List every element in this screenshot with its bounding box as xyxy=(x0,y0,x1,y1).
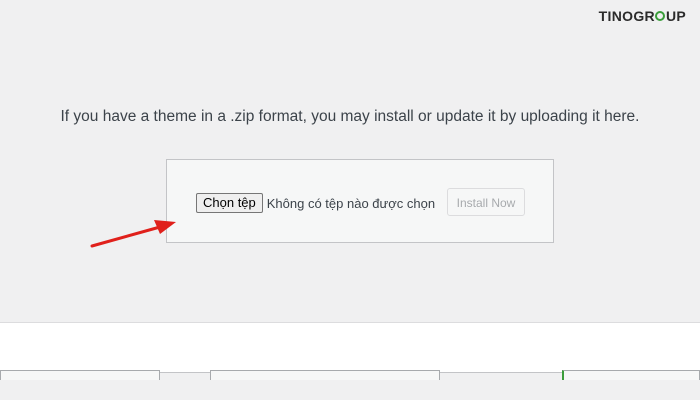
theme-card-edge[interactable] xyxy=(210,370,440,380)
upload-instructions: If you have a theme in a .zip format, yo… xyxy=(60,108,640,125)
upload-form: Chọn tệp Không có tệp nào được chọn Inst… xyxy=(166,159,554,243)
install-now-button[interactable]: Install Now xyxy=(447,188,525,216)
tinogroup-logo: TINO GR UP xyxy=(599,8,686,24)
logo-text-middle: GR xyxy=(633,8,655,24)
file-input-row: Chọn tệp Không có tệp nào được chọn xyxy=(196,193,435,213)
theme-list-strip xyxy=(0,370,700,400)
logo-text-suffix: UP xyxy=(665,8,686,24)
theme-card-edge[interactable] xyxy=(562,370,700,380)
choose-file-button[interactable]: Chọn tệp xyxy=(196,193,263,213)
file-status-text: Không có tệp nào được chọn xyxy=(266,195,436,211)
theme-upload-page: TINO GR UP If you have a theme in a .zip… xyxy=(0,0,700,400)
content-separator-band xyxy=(0,322,700,373)
logo-text-prefix: TINO xyxy=(598,8,634,24)
logo-ring-icon xyxy=(655,11,666,21)
red-arrow-annotation-icon xyxy=(90,220,176,248)
theme-card-edge[interactable] xyxy=(0,370,160,380)
